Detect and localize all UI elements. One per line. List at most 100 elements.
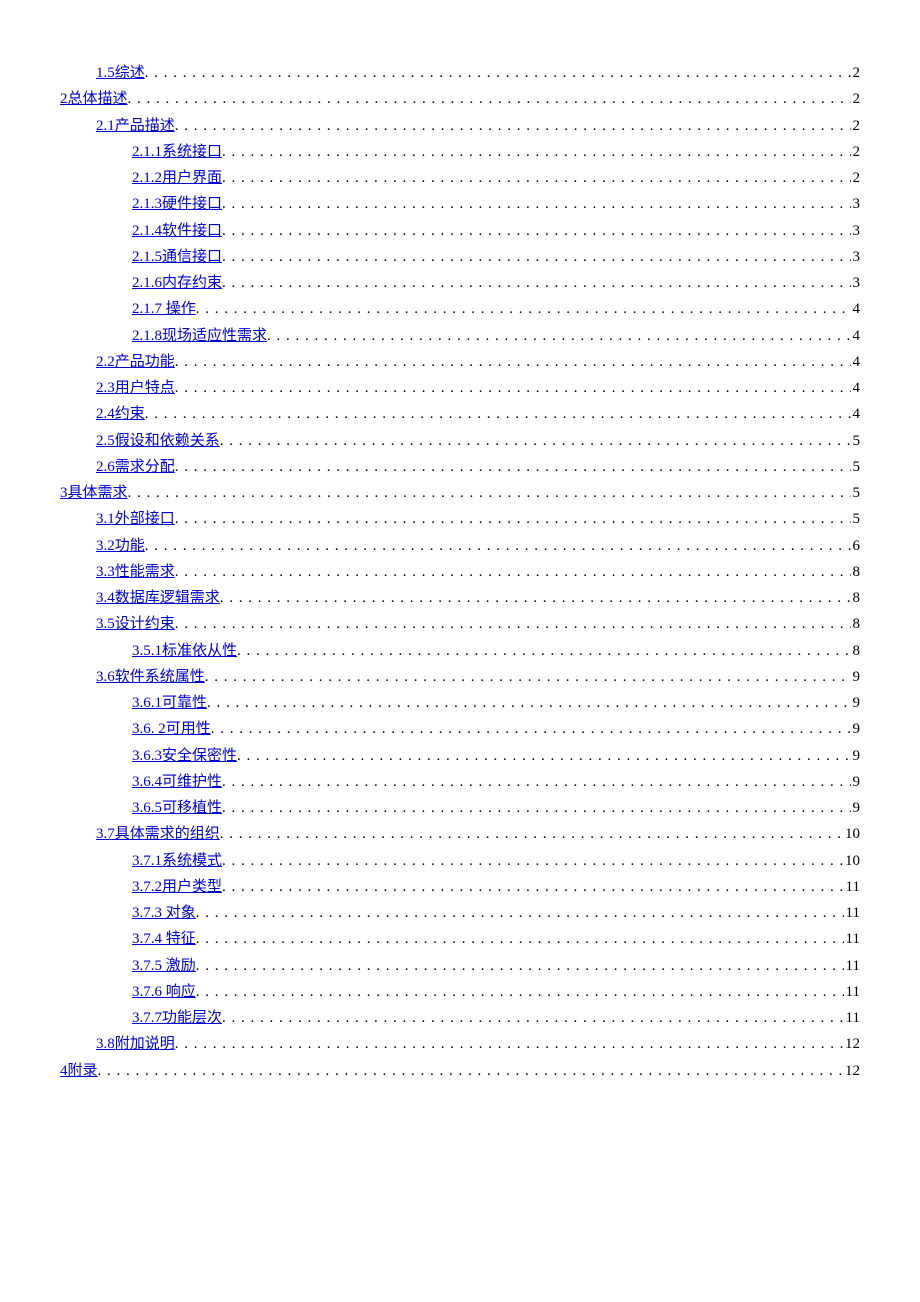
toc-page-number: 11 bbox=[844, 900, 860, 926]
toc-link[interactable]: 2.3用户特点 bbox=[96, 375, 175, 401]
toc-link[interactable]: 3.7.4 特征 bbox=[132, 926, 196, 952]
toc-link[interactable]: 3.2功能 bbox=[96, 533, 145, 559]
toc-page-number: 8 bbox=[851, 638, 861, 664]
toc-link[interactable]: 3.1外部接口 bbox=[96, 506, 175, 532]
toc-leader-dots bbox=[98, 1058, 843, 1084]
toc-page-number: 9 bbox=[851, 716, 861, 742]
toc-link[interactable]: 2.1.8现场适应性需求 bbox=[132, 323, 267, 349]
toc-entry: 3.6. 2可用性 9 bbox=[60, 716, 860, 742]
toc-link[interactable]: 2.1.2用户界面 bbox=[132, 165, 222, 191]
toc-page-number: 8 bbox=[851, 559, 861, 585]
toc-page-number: 3 bbox=[851, 244, 861, 270]
toc-link[interactable]: 2.4约束 bbox=[96, 401, 145, 427]
toc-leader-dots bbox=[175, 611, 851, 637]
toc-entry: 3.7.4 特征 11 bbox=[60, 926, 860, 952]
toc-leader-dots bbox=[205, 664, 851, 690]
toc-leader-dots bbox=[175, 454, 851, 480]
toc-link[interactable]: 3.7.1系统模式 bbox=[132, 848, 222, 874]
toc-leader-dots bbox=[196, 953, 844, 979]
toc-link[interactable]: 3.3性能需求 bbox=[96, 559, 175, 585]
table-of-contents: 1.5综述22总体描述22.1产品描述22.1.1系统接口22.1.2用户界面2… bbox=[60, 60, 860, 1084]
toc-link[interactable]: 2.6需求分配 bbox=[96, 454, 175, 480]
toc-link[interactable]: 2.1.7 操作 bbox=[132, 296, 196, 322]
toc-link[interactable]: 3.7具体需求的组织 bbox=[96, 821, 220, 847]
toc-entry: 3.7.3 对象 11 bbox=[60, 900, 860, 926]
toc-link[interactable]: 2.2产品功能 bbox=[96, 349, 175, 375]
toc-link[interactable]: 4附录 bbox=[60, 1058, 98, 1084]
toc-leader-dots bbox=[267, 323, 850, 349]
toc-page-number: 11 bbox=[844, 979, 860, 1005]
toc-page-number: 5 bbox=[851, 454, 861, 480]
toc-leader-dots bbox=[211, 716, 851, 742]
toc-entry: 3.7.1系统模式 10 bbox=[60, 848, 860, 874]
toc-page-number: 4 bbox=[851, 349, 861, 375]
toc-entry: 3.4数据库逻辑需求8 bbox=[60, 585, 860, 611]
toc-link[interactable]: 3.7.2用户类型 bbox=[132, 874, 222, 900]
toc-leader-dots bbox=[222, 165, 850, 191]
toc-link[interactable]: 3.6.4可维护性 bbox=[132, 769, 222, 795]
toc-leader-dots bbox=[220, 585, 851, 611]
toc-leader-dots bbox=[220, 428, 851, 454]
toc-link[interactable]: 2.1.6内存约束 bbox=[132, 270, 222, 296]
toc-leader-dots bbox=[220, 821, 843, 847]
toc-link[interactable]: 3.8附加说明 bbox=[96, 1031, 175, 1057]
toc-entry: 2.1.7 操作4 bbox=[60, 296, 860, 322]
toc-page-number: 4 bbox=[851, 323, 861, 349]
toc-entry: 3.5设计约束 8 bbox=[60, 611, 860, 637]
toc-link[interactable]: 2.1.5通信接口 bbox=[132, 244, 222, 270]
toc-entry: 2.1.3硬件接口3 bbox=[60, 191, 860, 217]
toc-page-number: 2 bbox=[851, 139, 861, 165]
toc-link[interactable]: 2.1.1系统接口 bbox=[132, 139, 222, 165]
toc-entry: 3.7.5 激励11 bbox=[60, 953, 860, 979]
toc-link[interactable]: 2.5假设和依赖关系 bbox=[96, 428, 220, 454]
toc-page-number: 11 bbox=[844, 926, 860, 952]
toc-link[interactable]: 3.7.3 对象 bbox=[132, 900, 196, 926]
toc-link[interactable]: 3.6.5可移植性 bbox=[132, 795, 222, 821]
toc-leader-dots bbox=[222, 139, 850, 165]
toc-leader-dots bbox=[222, 218, 850, 244]
toc-link[interactable]: 1.5综述 bbox=[96, 60, 145, 86]
toc-page-number: 12 bbox=[843, 1058, 860, 1084]
toc-link[interactable]: 3.5.1标准依从性 bbox=[132, 638, 237, 664]
toc-leader-dots bbox=[175, 559, 851, 585]
toc-page-number: 2 bbox=[851, 86, 861, 112]
toc-link[interactable]: 3.7.5 激励 bbox=[132, 953, 196, 979]
toc-page-number: 10 bbox=[843, 848, 860, 874]
toc-page-number: 2 bbox=[851, 113, 861, 139]
toc-entry: 3.1外部接口5 bbox=[60, 506, 860, 532]
toc-link[interactable]: 3.7.7功能层次 bbox=[132, 1005, 222, 1031]
toc-entry: 3.6.5可移植性9 bbox=[60, 795, 860, 821]
toc-link[interactable]: 2.1产品描述 bbox=[96, 113, 175, 139]
toc-link[interactable]: 3.6软件系统属性 bbox=[96, 664, 205, 690]
toc-page-number: 2 bbox=[851, 60, 861, 86]
toc-page-number: 5 bbox=[851, 480, 861, 506]
toc-leader-dots bbox=[128, 86, 851, 112]
toc-link[interactable]: 3.6.1可靠性 bbox=[132, 690, 207, 716]
toc-link[interactable]: 3.6. 2可用性 bbox=[132, 716, 211, 742]
toc-leader-dots bbox=[175, 113, 851, 139]
toc-page-number: 2 bbox=[851, 165, 861, 191]
toc-link[interactable]: 3.5设计约束 bbox=[96, 611, 175, 637]
toc-link[interactable]: 2总体描述 bbox=[60, 86, 128, 112]
toc-entry: 2.4约束4 bbox=[60, 401, 860, 427]
toc-leader-dots bbox=[222, 874, 844, 900]
toc-link[interactable]: 3.6.3安全保密性 bbox=[132, 743, 237, 769]
toc-link[interactable]: 3具体需求 bbox=[60, 480, 128, 506]
toc-leader-dots bbox=[237, 638, 850, 664]
toc-entry: 2.2产品功能 4 bbox=[60, 349, 860, 375]
toc-page-number: 12 bbox=[843, 1031, 860, 1057]
toc-entry: 4附录 12 bbox=[60, 1058, 860, 1084]
toc-page-number: 9 bbox=[851, 769, 861, 795]
toc-link[interactable]: 3.7.6 响应 bbox=[132, 979, 196, 1005]
toc-leader-dots bbox=[175, 375, 851, 401]
toc-leader-dots bbox=[222, 1005, 844, 1031]
toc-link[interactable]: 2.1.4软件接口 bbox=[132, 218, 222, 244]
toc-link[interactable]: 2.1.3硬件接口 bbox=[132, 191, 222, 217]
toc-entry: 3.7具体需求的组织10 bbox=[60, 821, 860, 847]
toc-leader-dots bbox=[175, 349, 851, 375]
toc-page-number: 8 bbox=[851, 611, 861, 637]
toc-leader-dots bbox=[196, 979, 844, 1005]
toc-leader-dots bbox=[196, 296, 851, 322]
toc-page-number: 11 bbox=[844, 874, 860, 900]
toc-link[interactable]: 3.4数据库逻辑需求 bbox=[96, 585, 220, 611]
